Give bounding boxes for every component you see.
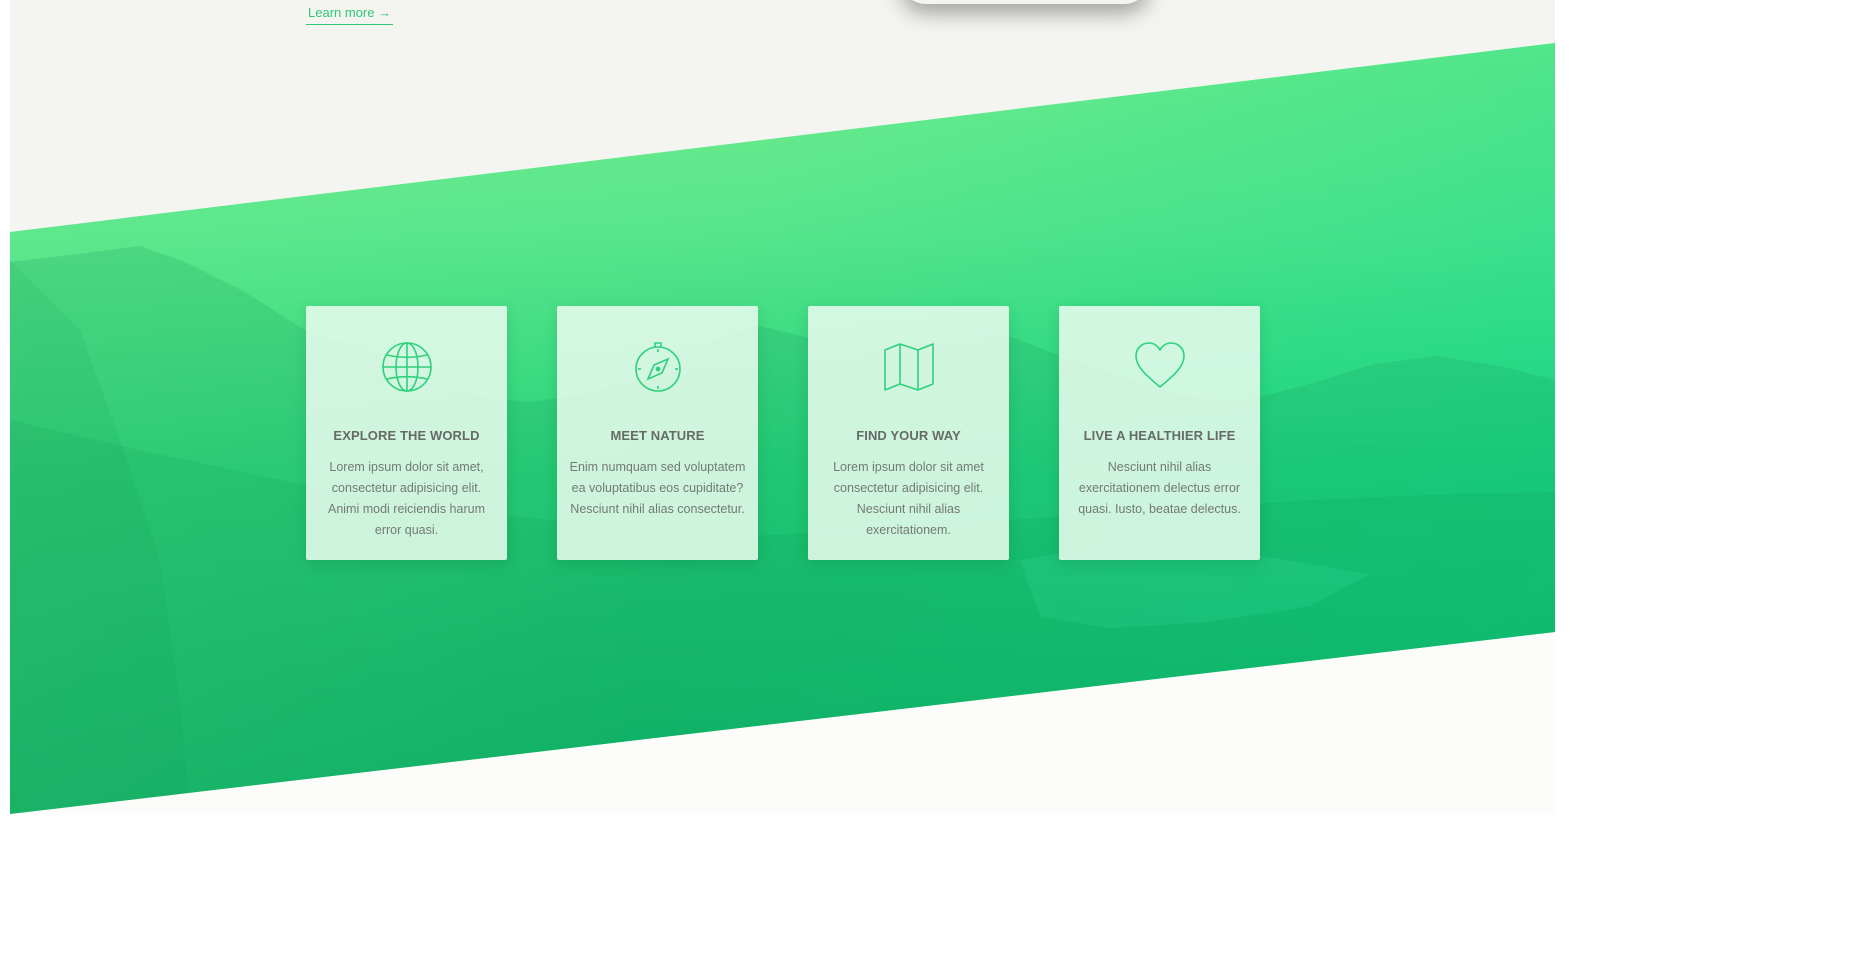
feature-description: Lorem ipsum dolor sit amet, consectetur … [327,460,485,537]
feature-card-find-way: FIND YOUR WAY Lorem ipsum dolor sit amet… [808,306,1009,560]
feature-title: LIVE A HEALTHIER LIFE [1083,428,1236,443]
feature-card-explore: EXPLORE THE WORLD Lorem ipsum dolor sit … [306,306,507,560]
feature-title: MEET NATURE [610,428,705,443]
page: Learn more → EXPLORE THE WORLD Lorem ips… [10,0,1555,814]
feature-title: FIND YOUR WAY [856,428,961,443]
feature-card-healthier-life: LIVE A HEALTHIER LIFE Nesciunt nihil ali… [1059,306,1260,560]
heart-icon [1134,342,1185,388]
feature-title: EXPLORE THE WORLD [333,428,480,443]
map-icon [883,343,934,391]
feature-description: Lorem ipsum dolor sit amet consectetur a… [833,460,984,537]
learn-more-link[interactable]: Learn more → [306,5,394,25]
compass-icon [634,342,681,392]
globe-icon [381,342,432,392]
feature-card-nature: MEET NATURE Enim numquam sed voluptatem … [557,306,758,560]
feature-description: Nesciunt nihil alias exercitationem dele… [1078,460,1241,516]
device-mockup-shadow [900,0,1150,4]
feature-description: Enim numquam sed voluptatem ea voluptati… [569,460,746,516]
